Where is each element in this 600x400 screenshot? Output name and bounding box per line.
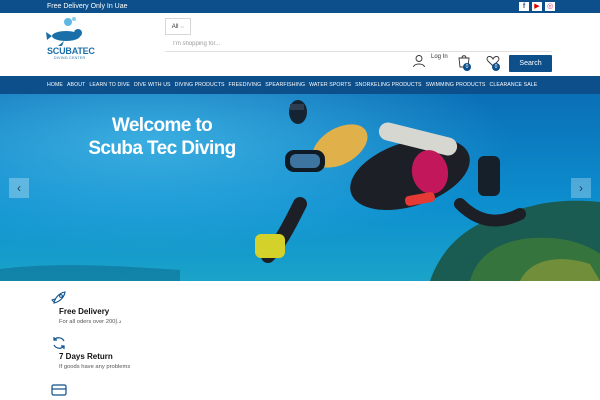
- hero-slider: Welcome to Scuba Tec Diving: [0, 94, 600, 281]
- feature-title-returns: 7 Days Return: [59, 352, 113, 361]
- cart-count-badge: 0: [463, 63, 471, 71]
- nav-item-learn-to-dive[interactable]: Learn To Dive: [89, 82, 130, 88]
- hero-title: Welcome to Scuba Tec Diving: [57, 114, 267, 160]
- credit-card-icon: [51, 384, 67, 396]
- rocket-icon: [51, 291, 66, 304]
- nav-item-snorkeling-products[interactable]: Snorkeling Products: [355, 82, 421, 88]
- nav-item-freediving[interactable]: Freediving: [229, 82, 262, 88]
- category-select[interactable]: All ⌵: [165, 18, 191, 35]
- nav-item-diving-products[interactable]: Diving Products: [175, 82, 225, 88]
- slider-prev-button[interactable]: ‹: [9, 178, 29, 198]
- logo-tagline: DIVING CENTER: [54, 56, 86, 60]
- nav-item-spearfishing[interactable]: Spearfishing: [265, 82, 305, 88]
- category-select-value: All: [171, 23, 179, 30]
- facebook-icon[interactable]: f: [519, 2, 529, 11]
- page: Free Delivery Only In Uae f ▶ ◎ SCUBATEC…: [0, 0, 600, 400]
- instagram-icon[interactable]: ◎: [545, 2, 555, 11]
- feature-subtitle-returns: If goods have any problems: [59, 364, 131, 370]
- promo-text: Free Delivery Only In Uae: [47, 3, 128, 10]
- slider-next-button[interactable]: ›: [571, 178, 591, 198]
- nav-item-clearance-sale[interactable]: Clearance Sale: [490, 82, 538, 88]
- wishlist-count-badge: 0: [492, 63, 500, 71]
- feature-subtitle-free-delivery: For all oders over 200د.إ: [59, 319, 122, 325]
- top-bar: Free Delivery Only In Uae: [0, 0, 600, 13]
- nav-item-swimming-products[interactable]: Swimming Products: [426, 82, 486, 88]
- nav-item-home[interactable]: Home: [47, 82, 63, 88]
- nav-item-about[interactable]: About: [67, 82, 85, 88]
- user-icon[interactable]: [412, 54, 426, 68]
- main-nav: Home About Learn To Dive Dive With Us Di…: [0, 76, 600, 94]
- feature-title-free-delivery: Free Delivery: [59, 307, 110, 316]
- nav-item-water-sports[interactable]: Water Sports: [309, 82, 351, 88]
- nav-item-dive-with-us[interactable]: Dive With Us: [134, 82, 171, 88]
- login-link[interactable]: Log In: [431, 54, 448, 60]
- chevron-down-icon: ⌵: [180, 23, 185, 30]
- search-button[interactable]: Search: [509, 55, 552, 72]
- return-icon: [53, 337, 65, 349]
- logo-wordmark: SCUBATEC: [47, 46, 95, 56]
- hero-title-line-2: Scuba Tec Diving: [88, 138, 236, 159]
- search-input[interactable]: [165, 36, 552, 52]
- hero-title-line-1: Welcome to: [111, 115, 213, 136]
- youtube-icon[interactable]: ▶: [532, 2, 542, 11]
